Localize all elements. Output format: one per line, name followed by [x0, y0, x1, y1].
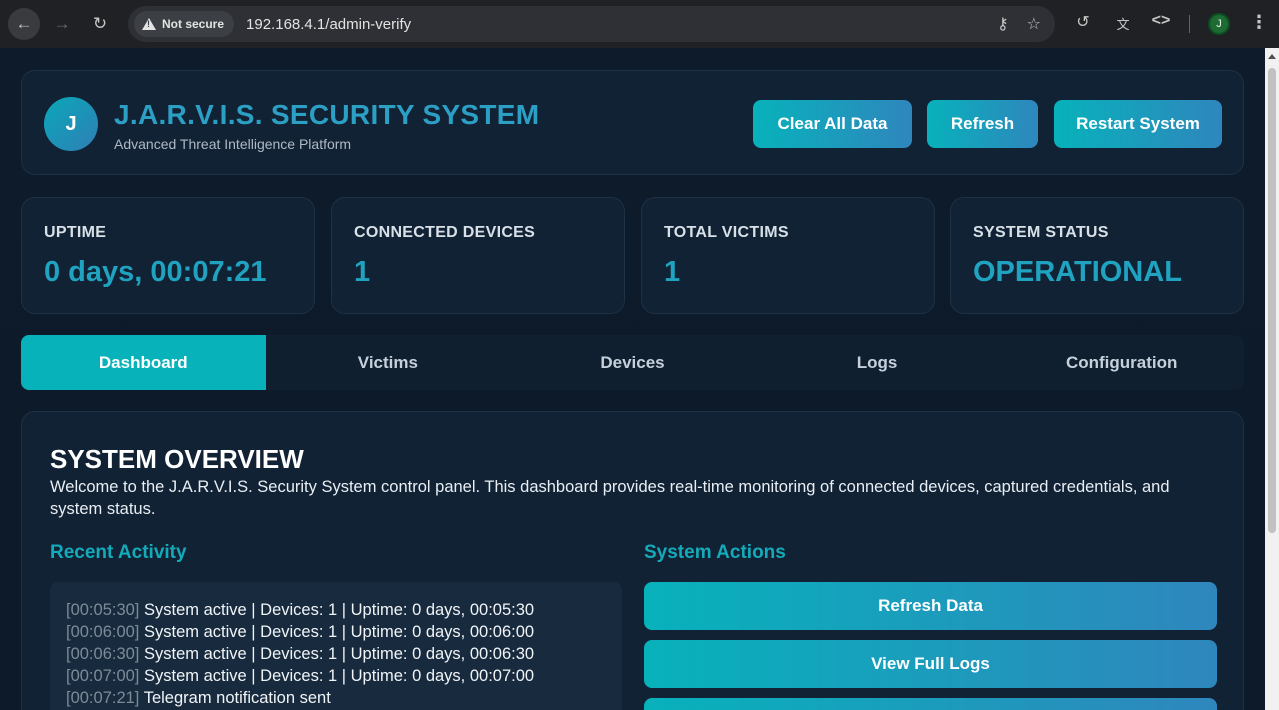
log-message: System active | Devices: 1 | Uptime: 0 d…: [144, 623, 535, 641]
tab-devices[interactable]: Devices: [510, 335, 755, 390]
stat-value: OPERATIONAL: [973, 256, 1182, 288]
system-actions-heading: System Actions: [644, 542, 786, 563]
key-icon[interactable]: ⚷: [997, 14, 1009, 34]
clear-all-data-button[interactable]: Clear All Data: [753, 100, 912, 148]
tab-logs[interactable]: Logs: [755, 335, 1000, 390]
page-viewport: J J.A.R.V.I.S. SECURITY SYSTEM Advanced …: [0, 48, 1265, 710]
log-entry: [00:05:30] System active | Devices: 1 | …: [66, 599, 622, 621]
stat-value: 0 days, 00:07:21: [44, 256, 267, 288]
stat-label: SYSTEM STATUS: [973, 224, 1109, 241]
log-timestamp: [00:06:00]: [66, 623, 140, 641]
overview-description: Welcome to the J.A.R.V.I.S. Security Sys…: [50, 478, 1170, 518]
forward-icon[interactable]: →: [46, 8, 78, 40]
log-timestamp: [00:07:21]: [66, 689, 140, 707]
stat-label: CONNECTED DEVICES: [354, 224, 536, 241]
log-message: System active | Devices: 1 | Uptime: 0 d…: [144, 645, 535, 663]
address-bar[interactable]: Not secure 192.168.4.1/admin-verify ⚷ ☆: [128, 6, 1055, 42]
devtools-code-icon[interactable]: <>: [1150, 12, 1172, 30]
dashboard-panel: SYSTEM OVERVIEW Welcome to the J.A.R.V.I…: [21, 411, 1244, 710]
tab-bar: Dashboard Victims Devices Logs Configura…: [21, 335, 1244, 390]
translate-icon[interactable]: 文: [1112, 14, 1134, 33]
url-text[interactable]: 192.168.4.1/admin-verify: [246, 16, 411, 33]
refresh-button[interactable]: Refresh: [927, 100, 1038, 148]
app-title: J.A.R.V.I.S. SECURITY SYSTEM: [114, 99, 540, 130]
log-message: Telegram notification sent: [143, 689, 331, 707]
stat-value: 1: [664, 256, 681, 288]
stat-label: UPTIME: [44, 224, 107, 241]
stat-value: 1: [354, 256, 371, 288]
log-entry: [00:06:30] System active | Devices: 1 | …: [66, 643, 622, 665]
log-message: System active | Devices: 1 | Uptime: 0 d…: [144, 601, 535, 619]
tab-victims[interactable]: Victims: [266, 335, 511, 390]
reload-icon[interactable]: ↻: [84, 8, 116, 40]
profile-avatar[interactable]: J: [1208, 13, 1230, 35]
vertical-scrollbar[interactable]: [1265, 48, 1279, 710]
log-timestamp: [00:06:30]: [66, 645, 140, 663]
system-action-button-partial[interactable]: [644, 698, 1217, 710]
stat-label: TOTAL VICTIMS: [664, 224, 789, 241]
stat-card-uptime: UPTIME 0 days, 00:07:21: [21, 197, 315, 314]
security-chip[interactable]: Not secure: [134, 11, 235, 37]
log-timestamp: [00:07:00]: [66, 667, 140, 685]
tab-configuration[interactable]: Configuration: [999, 335, 1244, 390]
overview-title: SYSTEM OVERVIEW: [50, 444, 304, 474]
security-label: Not secure: [162, 17, 225, 31]
app-subtitle: Advanced Threat Intelligence Platform: [114, 136, 352, 152]
tab-dashboard[interactable]: Dashboard: [21, 335, 266, 390]
log-entry: [00:07:21] Telegram notification sent: [66, 687, 622, 709]
stat-card-total-victims: TOTAL VICTIMS 1: [641, 197, 935, 314]
refresh-data-button[interactable]: Refresh Data: [644, 582, 1217, 630]
scroll-up-arrow-icon[interactable]: [1268, 54, 1276, 59]
history-icon[interactable]: ↺: [1072, 12, 1094, 32]
view-full-logs-button[interactable]: View Full Logs: [644, 640, 1217, 688]
logo-badge: J: [44, 97, 98, 151]
log-message: System active | Devices: 1 | Uptime: 0 d…: [144, 667, 535, 685]
app-header: J J.A.R.V.I.S. SECURITY SYSTEM Advanced …: [21, 70, 1244, 175]
warning-icon: [142, 18, 156, 30]
menu-kebab-icon[interactable]: ⋮: [1250, 12, 1268, 33]
restart-system-button[interactable]: Restart System: [1054, 100, 1222, 148]
back-icon[interactable]: ←: [8, 8, 40, 40]
bookmark-star-icon[interactable]: ☆: [1027, 14, 1041, 34]
scroll-thumb[interactable]: [1268, 68, 1276, 533]
stat-card-connected-devices: CONNECTED DEVICES 1: [331, 197, 625, 314]
recent-activity-heading: Recent Activity: [50, 542, 187, 563]
log-timestamp: [00:05:30]: [66, 601, 140, 619]
log-entry: [00:07:00] System active | Devices: 1 | …: [66, 665, 622, 687]
toolbar-divider: [1189, 15, 1190, 33]
log-entry: [00:06:00] System active | Devices: 1 | …: [66, 621, 622, 643]
browser-toolbar: ← → ↻ Not secure 192.168.4.1/admin-verif…: [0, 0, 1279, 48]
stat-card-system-status: SYSTEM STATUS OPERATIONAL: [950, 197, 1244, 314]
activity-log: [00:05:30] System active | Devices: 1 | …: [50, 582, 622, 710]
